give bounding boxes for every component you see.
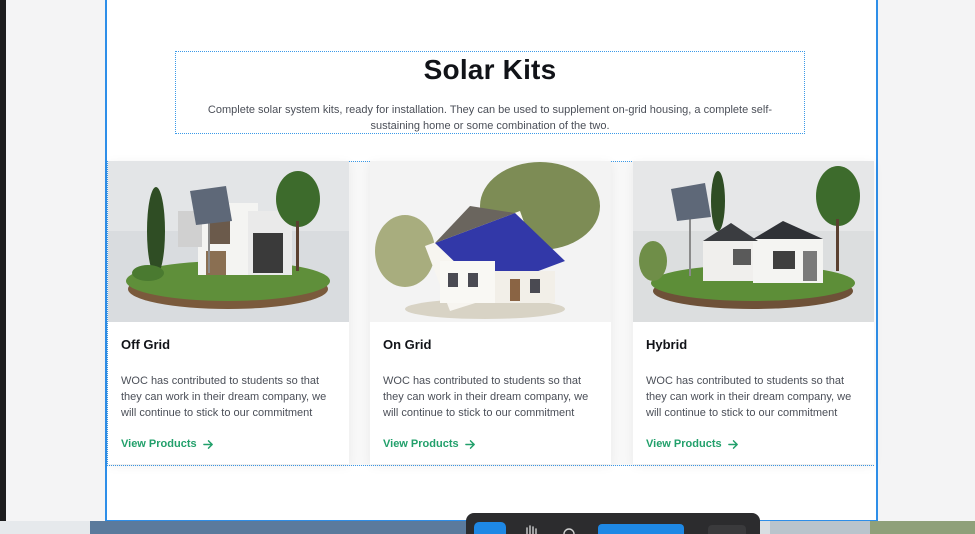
view-products-label: View Products — [121, 438, 197, 450]
arrow-right-icon — [727, 439, 738, 449]
card-description: WOC has contributed to students so that … — [646, 375, 852, 419]
on-grid-house-image — [370, 161, 611, 322]
hybrid-house-image — [633, 161, 874, 322]
section-title: Solar Kits — [423, 54, 557, 85]
section-heading-group[interactable]: Solar Kits Complete solar system kits, r… — [175, 51, 805, 134]
card-description: WOC has contributed to students so that … — [383, 375, 589, 419]
toolbar-menu-button[interactable] — [708, 525, 746, 534]
arrow-right-icon — [202, 439, 213, 449]
canvas-left-rail — [0, 0, 6, 534]
arrow-right-icon — [464, 439, 475, 449]
card-description: WOC has contributed to students so that … — [121, 375, 327, 419]
view-products-label: View Products — [646, 438, 722, 450]
card-title: Off Grid — [121, 337, 171, 352]
editor-toolbar — [466, 513, 760, 534]
card-title: Hybrid — [646, 337, 688, 352]
comment-tool-icon[interactable] — [562, 526, 576, 534]
card-on-grid[interactable]: On Grid WOC has contributed to students … — [370, 161, 611, 464]
move-tool-icon[interactable] — [474, 522, 506, 534]
off-grid-house-image — [108, 161, 349, 322]
card-title: On Grid — [383, 337, 432, 352]
section-subtitle: Complete solar system kits, ready for in… — [207, 104, 773, 132]
view-products-label: View Products — [383, 438, 459, 450]
view-products-link[interactable]: View Products — [646, 438, 739, 450]
toolbar-primary-button[interactable] — [598, 524, 684, 534]
card-off-grid[interactable]: Off Grid WOC has contributed to students… — [108, 161, 349, 464]
card-hybrid[interactable]: Hybrid WOC has contributed to students s… — [633, 161, 874, 464]
view-products-link[interactable]: View Products — [121, 438, 214, 450]
view-products-link[interactable]: View Products — [383, 438, 476, 450]
hand-tool-icon[interactable] — [524, 524, 538, 534]
